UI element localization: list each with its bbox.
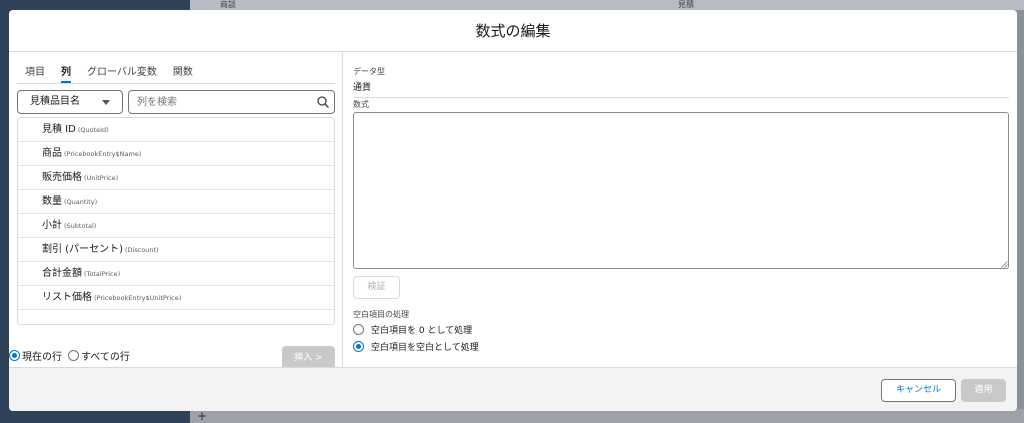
- list-item[interactable]: 見積 ID (QuoteId): [18, 118, 334, 142]
- object-select-value: 見積品目名: [30, 96, 80, 107]
- current-row-label: 現在の行: [22, 352, 62, 363]
- field-picker-pane: 項目 列 グローバル変数 関数 見積品目名 見積 ID(QuoteId) 商品(…: [9, 52, 343, 370]
- modal-title: 数式の編集: [475, 22, 551, 40]
- list-item[interactable]: 販売価格 (UnitPrice): [18, 166, 334, 190]
- search-input[interactable]: [137, 94, 307, 110]
- field-label: 見積 ID: [42, 124, 76, 135]
- blank-handling-label: 空白項目の処理: [353, 310, 409, 319]
- field-api-name: (UnitPrice): [84, 174, 119, 182]
- background-column-headers: 商談 見積: [190, 0, 1024, 10]
- list-item[interactable]: 合計金額 (TotalPrice): [18, 262, 334, 286]
- edit-formula-modal: 数式の編集 項目 列 グローバル変数 関数 見積品目名 列を検索 見積 ID (…: [9, 10, 1017, 411]
- data-type-label: データ型: [353, 67, 385, 76]
- search-icon[interactable]: [316, 95, 330, 109]
- column-search: [128, 90, 335, 114]
- field-api-name: (PricebookEntry$UnitPrice): [94, 294, 182, 302]
- tab-fields[interactable]: 項目: [25, 60, 45, 83]
- field-api-name: (QuoteId): [77, 126, 109, 134]
- modal-header: 数式の編集: [9, 10, 1017, 52]
- tab-global-variables[interactable]: グローバル変数: [87, 60, 157, 83]
- object-select[interactable]: 見積品目名: [17, 90, 123, 114]
- field-api-name: (PricebookEntry$Name): [64, 150, 142, 158]
- list-item[interactable]: 数量 (Quantity): [18, 190, 334, 214]
- field-label: 合計金額: [42, 268, 82, 279]
- background-column-header: 見積: [678, 0, 694, 9]
- field-label: 商品: [42, 148, 62, 159]
- current-row-radio[interactable]: [9, 350, 20, 361]
- chevron-down-icon: [102, 100, 110, 105]
- blank-option-zero[interactable]: 空白項目を 0 として処理: [353, 323, 472, 336]
- list-item[interactable]: リスト価格 (PricebookEntry$UnitPrice): [18, 286, 334, 310]
- modal-body: 項目 列 グローバル変数 関数 見積品目名 見積 ID(QuoteId) 商品(…: [9, 52, 1017, 370]
- tab-functions[interactable]: 関数: [173, 60, 193, 83]
- blank-as-blank-radio[interactable]: [353, 341, 364, 352]
- verify-button[interactable]: 検証: [353, 276, 400, 299]
- modal-footer: キャンセル 適用: [9, 367, 1017, 411]
- field-label: 小計: [42, 220, 62, 231]
- tab-columns[interactable]: 列: [61, 60, 71, 83]
- list-item[interactable]: 割引 (パーセント) (Discount): [18, 238, 334, 262]
- background-footer-row: [190, 409, 1024, 423]
- apply-button[interactable]: 適用: [961, 379, 1006, 402]
- field-api-name: (Discount): [124, 246, 159, 254]
- formula-label: 数式: [353, 100, 369, 109]
- field-label: 数量: [42, 196, 62, 207]
- row-scope-options: 現在の行 すべての行: [9, 348, 136, 363]
- blank-as-zero-label: 空白項目を 0 として処理: [371, 326, 473, 336]
- picker-tabs: 項目 列 グローバル変数 関数: [17, 60, 335, 84]
- field-label: 割引 (パーセント): [42, 244, 123, 255]
- list-item[interactable]: 商品 (PricebookEntry$Name): [18, 142, 334, 166]
- column-list: 見積 ID (QuoteId) 商品 (PricebookEntry$Name) 販…: [17, 117, 335, 325]
- all-rows-radio[interactable]: [68, 350, 79, 361]
- list-item[interactable]: 小計 (Subtotal): [18, 214, 334, 238]
- background-add-icon: +: [197, 409, 208, 423]
- all-rows-label: すべての行: [81, 352, 130, 363]
- field-api-name: (TotalPrice): [84, 270, 121, 278]
- blank-option-blank[interactable]: 空白項目を空白として処理: [353, 340, 479, 353]
- resize-handle-icon[interactable]: [1001, 261, 1008, 268]
- field-api-name: (Subtotal): [64, 222, 97, 230]
- blank-as-blank-label: 空白項目を空白として処理: [371, 343, 479, 353]
- formula-textarea[interactable]: [353, 112, 1009, 269]
- cancel-button[interactable]: キャンセル: [881, 379, 956, 402]
- background-column-header: 商談: [220, 0, 236, 9]
- formula-pane: データ型 通貨 数式 検証 空白項目の処理 空白項目を 0 として処理 空白項目…: [353, 52, 1009, 367]
- data-type-value: 通貨: [353, 80, 1009, 98]
- field-api-name: (Quantity): [64, 198, 98, 206]
- field-label: リスト価格: [42, 292, 92, 303]
- field-label: 販売価格: [42, 172, 82, 183]
- blank-as-zero-radio[interactable]: [353, 324, 364, 335]
